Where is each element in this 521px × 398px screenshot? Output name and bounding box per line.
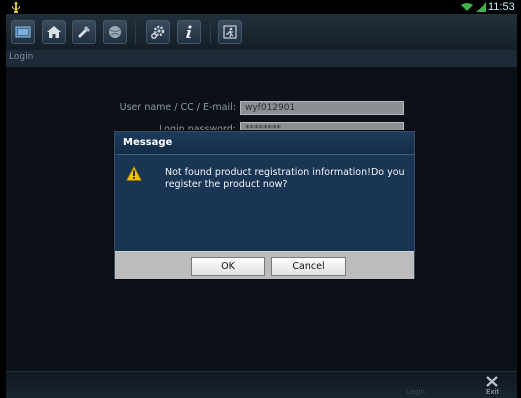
exit-app-button[interactable] bbox=[218, 20, 242, 44]
username-field[interactable]: wyf012901 bbox=[240, 101, 404, 115]
home-icon bbox=[47, 26, 61, 38]
status-bar: 11:53 AM bbox=[6, 0, 517, 14]
exit-button[interactable]: Exit bbox=[486, 388, 499, 396]
warning-icon bbox=[126, 166, 142, 181]
toolbar-separator bbox=[210, 22, 211, 44]
login-button[interactable]: Login bbox=[406, 388, 425, 396]
info-icon bbox=[186, 25, 192, 38]
toolbar bbox=[6, 14, 517, 51]
clock: 11:53 AM bbox=[488, 1, 517, 13]
dialog-footer: OK Cancel bbox=[115, 251, 414, 279]
close-icon[interactable] bbox=[486, 376, 498, 387]
username-label: User name / CC / E-mail: bbox=[119, 102, 236, 113]
dialog-header: Message bbox=[115, 132, 414, 155]
title-bar: Login bbox=[6, 50, 517, 67]
settings-button[interactable] bbox=[146, 20, 170, 44]
home-button[interactable] bbox=[42, 20, 66, 44]
usb-icon bbox=[12, 1, 20, 13]
globe-icon bbox=[109, 26, 121, 38]
signal-icon bbox=[476, 2, 486, 12]
app-button[interactable] bbox=[11, 20, 35, 44]
wifi-icon bbox=[461, 3, 473, 11]
diagnostic-icon bbox=[78, 26, 90, 38]
cancel-button[interactable]: Cancel bbox=[271, 257, 346, 276]
app-icon bbox=[15, 26, 31, 38]
diagnostic-button[interactable] bbox=[72, 20, 96, 44]
app-frame: 11:53 AM bbox=[6, 0, 517, 398]
info-button[interactable] bbox=[177, 20, 201, 44]
dialog-message: Not found product registration informati… bbox=[165, 167, 405, 190]
ok-button[interactable]: OK bbox=[191, 257, 265, 276]
message-dialog: Message Not found product registration i… bbox=[114, 131, 415, 279]
exit-icon bbox=[223, 25, 237, 39]
bottom-bar: Login Exit bbox=[6, 371, 517, 398]
page-title: Login bbox=[9, 52, 34, 62]
toolbar-separator bbox=[135, 22, 136, 44]
settings-icon bbox=[151, 25, 165, 39]
globe-button[interactable] bbox=[103, 20, 127, 44]
dialog-title: Message bbox=[123, 137, 173, 148]
